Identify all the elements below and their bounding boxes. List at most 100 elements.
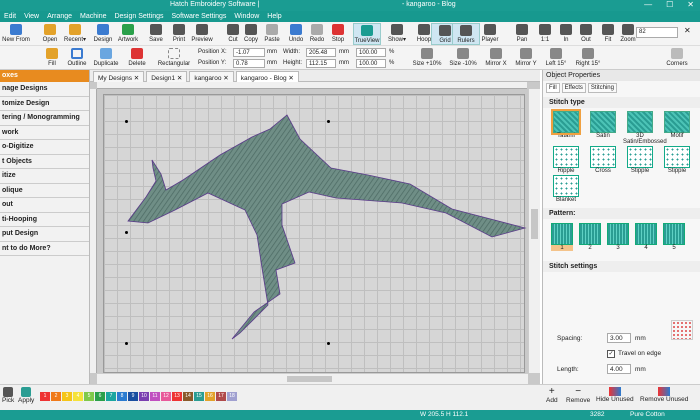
remove-label: Remove (566, 397, 591, 404)
thread-type: Pure Cotton (630, 411, 665, 418)
stitch-motif[interactable]: Motif (660, 111, 694, 145)
pattern-number: 1 (560, 245, 564, 251)
stipple-stitch-icon (664, 146, 690, 168)
thread-swatch[interactable]: 4 (73, 392, 83, 401)
stitch-label: Cross (595, 168, 611, 174)
stitch-label: Blanket (555, 197, 576, 203)
pattern-list: 1 2 3 4 5 (543, 219, 700, 255)
stipple-stitch-icon (627, 146, 653, 168)
stitch-count: 3282 (590, 411, 605, 418)
hoop-marker (327, 342, 330, 345)
thread-swatch[interactable]: 10 (139, 392, 149, 401)
travel-on-edge-label: Travel on edge (618, 350, 662, 357)
stitch-type-grid: Tatami Satin 3D Satin/Embossed Motif Rip… (543, 108, 700, 206)
pattern-item[interactable]: 5 (663, 223, 685, 251)
vertical-scrollbar[interactable] (528, 89, 540, 373)
spacing-unit: mm (635, 335, 646, 342)
add-color-button[interactable]: + Add (546, 387, 558, 405)
stitch-stipple-2[interactable]: Stipple (660, 146, 694, 174)
panel-title: Object Properties (543, 70, 700, 81)
thread-swatch[interactable]: 9 (128, 392, 138, 401)
stitch-tatami[interactable]: Tatami (549, 109, 583, 145)
pattern-swatch (635, 223, 657, 245)
eyedropper-icon (3, 387, 14, 397)
thread-swatch[interactable]: 17 (216, 392, 226, 401)
pick-label: Pick (2, 397, 15, 404)
satin-stitch-icon (590, 111, 616, 133)
pattern-number: 3 (616, 245, 620, 251)
stitch-settings-label: Stitch settings (543, 261, 700, 272)
remove-color-button[interactable]: − Remove (566, 386, 591, 405)
status-bar: W 205.5 H 112.1 3282 Pure Cotton (0, 410, 700, 420)
color-bar: Pick Apply 1 2 3 4 5 6 7 8 9 10 11 12 13 14 15 16 17 18 +… (0, 384, 700, 410)
thread-swatch[interactable]: 8 (117, 392, 127, 401)
hoop-marker (125, 342, 128, 345)
apply-label: Apply (18, 397, 35, 404)
thread-swatch[interactable]: 1 (40, 392, 50, 401)
thread-swatch[interactable]: 13 (172, 392, 182, 401)
dimension-readout: W 205.5 H 112.1 (420, 411, 469, 418)
thread-swatch[interactable]: 16 (205, 392, 215, 401)
apply-color-icon (21, 387, 32, 397)
length-unit: mm (635, 366, 646, 373)
hide-unused-icon (608, 387, 621, 396)
stitch-cross[interactable]: Cross (586, 146, 620, 174)
tab-stitching[interactable]: Stitching (587, 83, 617, 93)
stitch-3d-satin[interactable]: 3D Satin/Embossed (623, 111, 667, 145)
stitch-blanket[interactable]: Blanket (549, 175, 583, 203)
3d-satin-stitch-icon (627, 111, 653, 133)
stitch-label: Motif (670, 133, 684, 139)
scroll-thumb[interactable] (287, 376, 332, 382)
stitch-satin[interactable]: Satin (586, 111, 620, 145)
pattern-number: 2 (588, 245, 592, 251)
tab-effects[interactable]: Effects (561, 83, 586, 93)
length-label: Length: (557, 366, 579, 373)
length-field[interactable]: 4.00 (607, 364, 631, 374)
thread-swatch[interactable]: 2 (51, 392, 61, 401)
pattern-item[interactable]: 3 (607, 223, 629, 251)
hide-unused-button[interactable]: Hide Unused (596, 387, 634, 403)
minus-icon: − (575, 386, 582, 397)
thread-swatch[interactable]: 11 (150, 392, 160, 401)
ripple-stitch-icon (553, 146, 579, 168)
thread-swatch[interactable]: 18 (227, 392, 237, 401)
cross-stitch-icon (590, 146, 616, 168)
remove-unused-label: Remove Unused (640, 396, 689, 403)
scroll-thumb[interactable] (531, 209, 538, 239)
spacing-field[interactable]: 3.00 (607, 333, 631, 343)
thread-swatch[interactable]: 5 (84, 392, 94, 401)
thread-swatch[interactable]: 6 (95, 392, 105, 401)
apply-button[interactable]: Apply (18, 387, 34, 404)
stitch-label: Tatami (557, 133, 575, 139)
blanket-stitch-icon (553, 175, 579, 197)
stitch-label: Satin (596, 133, 610, 139)
stitch-label: Stipple (667, 168, 687, 174)
pattern-swatch (551, 223, 573, 245)
thread-palette: 1 2 3 4 5 6 7 8 9 10 11 12 13 14 15 16 17 18 (40, 392, 237, 401)
pattern-item[interactable]: 2 (579, 223, 601, 251)
horizontal-scrollbar[interactable] (97, 373, 528, 384)
thread-swatch[interactable]: 14 (183, 392, 193, 401)
thread-swatch[interactable]: 7 (106, 392, 116, 401)
pattern-swatch (579, 223, 601, 245)
stitch-stipple[interactable]: Stipple (623, 146, 657, 174)
hoop-marker (125, 120, 128, 123)
thread-swatch[interactable]: 3 (62, 392, 72, 401)
thread-swatch[interactable]: 15 (194, 392, 204, 401)
stitch-preview-icon (671, 320, 693, 340)
tatami-stitch-icon (551, 109, 581, 135)
spacing-label: Spacing: (557, 335, 583, 342)
pattern-number: 4 (644, 245, 648, 251)
travel-on-edge-checkbox[interactable]: ✓ (607, 350, 615, 358)
remove-unused-button[interactable]: Remove Unused (640, 387, 688, 403)
pattern-item[interactable]: 4 (635, 223, 657, 251)
hoop-marker (125, 231, 128, 234)
stitch-label: Ripple (557, 168, 575, 174)
add-label: Add (546, 397, 558, 404)
thread-swatch[interactable]: 12 (161, 392, 171, 401)
object-properties-panel: Object Properties Fill Effects Stitching… (542, 70, 700, 384)
tab-fill[interactable]: Fill (546, 83, 560, 93)
pick-button[interactable]: Pick (2, 387, 14, 404)
pattern-item[interactable]: 1 (551, 223, 573, 251)
stitch-ripple[interactable]: Ripple (549, 146, 583, 174)
